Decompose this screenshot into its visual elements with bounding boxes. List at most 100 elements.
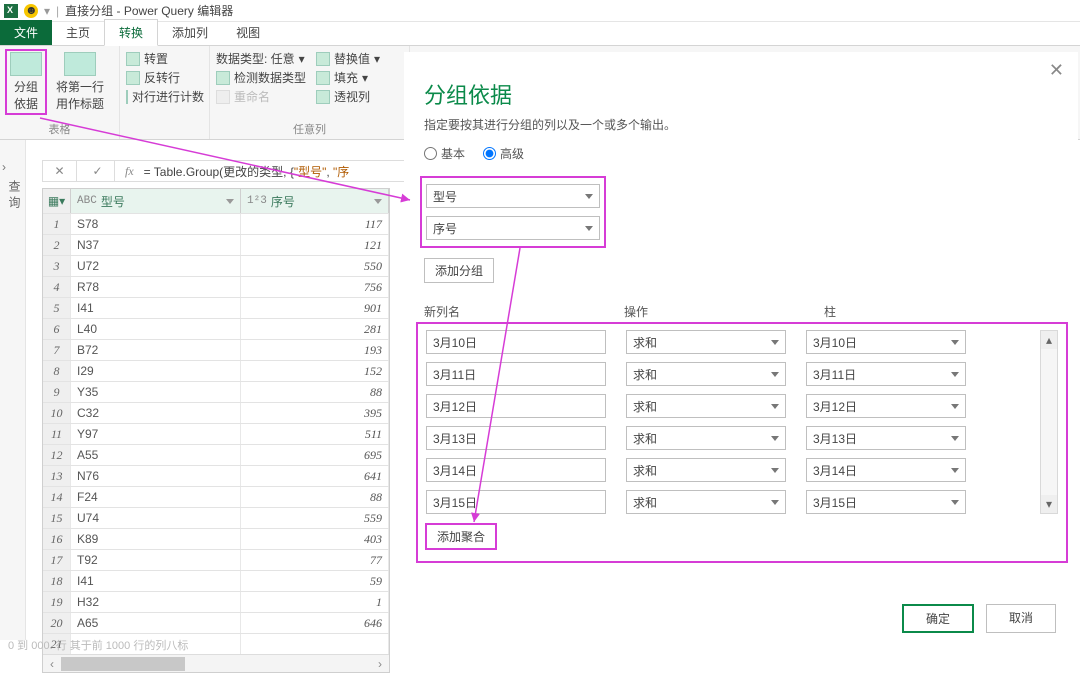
cell[interactable]: A55 [71,445,241,465]
table-row[interactable]: 15U74559 [43,507,389,528]
cell[interactable]: 756 [241,277,389,297]
data-type-button[interactable]: 数据类型: 任意 ▾ [216,50,306,67]
cell[interactable]: 395 [241,403,389,423]
formula-cancel[interactable]: ✕ [43,161,77,181]
cell[interactable]: H32 [71,592,241,612]
cell[interactable]: 193 [241,340,389,360]
table-row[interactable]: 8I29152 [43,360,389,381]
cell[interactable]: I29 [71,361,241,381]
cell[interactable]: 117 [241,214,389,234]
table-row[interactable]: 20A65646 [43,612,389,633]
new-column-name-input[interactable]: 3月12日 [426,394,606,418]
cell[interactable]: S78 [71,214,241,234]
scroll-up-icon[interactable]: ▴ [1041,331,1057,349]
new-column-name-input[interactable]: 3月10日 [426,330,606,354]
cell[interactable]: I41 [71,571,241,591]
group-by-button[interactable]: 分组 依据 [6,50,46,114]
column-dropdown[interactable]: 3月15日 [806,490,966,514]
cell[interactable]: Y97 [71,424,241,444]
cell[interactable]: 559 [241,508,389,528]
aggregations-scrollbar[interactable]: ▴ ▾ [1040,330,1058,514]
cell[interactable]: R78 [71,277,241,297]
cell[interactable]: 901 [241,298,389,318]
cell[interactable]: U72 [71,256,241,276]
cell[interactable]: U74 [71,508,241,528]
fill-button[interactable]: 填充 ▾ [316,69,380,86]
cell[interactable]: B72 [71,340,241,360]
cell[interactable]: 59 [241,571,389,591]
tab-transform[interactable]: 转换 [104,19,158,46]
table-row[interactable]: 11Y97511 [43,423,389,444]
use-first-row-as-headers-button[interactable]: 将第一行 用作标题 [52,50,108,114]
scroll-left-icon[interactable]: ‹ [43,655,61,672]
ok-button[interactable]: 确定 [902,604,974,633]
add-grouping-button[interactable]: 添加分组 [424,258,494,283]
replace-values-button[interactable]: 替换值 ▾ [316,50,380,67]
table-row[interactable]: 14F2488 [43,486,389,507]
pivot-column-button[interactable]: 透视列 [316,88,380,105]
cell[interactable]: C32 [71,403,241,423]
cell[interactable]: 88 [241,382,389,402]
grid-corner[interactable]: ▦▾ [43,189,71,213]
column-dropdown[interactable]: 3月12日 [806,394,966,418]
cell[interactable]: Y35 [71,382,241,402]
cell[interactable]: L40 [71,319,241,339]
cell[interactable]: 641 [241,466,389,486]
cell[interactable]: 550 [241,256,389,276]
table-row[interactable]: 5I41901 [43,297,389,318]
table-row[interactable]: 1S78117 [43,213,389,234]
cell[interactable]: 281 [241,319,389,339]
operation-dropdown[interactable]: 求和 [626,330,786,354]
operation-dropdown[interactable]: 求和 [626,394,786,418]
scroll-down-icon[interactable]: ▾ [1041,495,1057,513]
tab-view[interactable]: 视图 [222,20,274,45]
cell[interactable]: 511 [241,424,389,444]
cell[interactable]: A65 [71,613,241,633]
scroll-right-icon[interactable]: › [371,655,389,672]
operation-dropdown[interactable]: 求和 [626,362,786,386]
table-row[interactable]: 18I4159 [43,570,389,591]
table-row[interactable]: 16K89403 [43,528,389,549]
new-column-name-input[interactable]: 3月15日 [426,490,606,514]
new-column-name-input[interactable]: 3月14日 [426,458,606,482]
tab-file[interactable]: 文件 [0,20,52,45]
column-dropdown[interactable]: 3月10日 [806,330,966,354]
grid-horizontal-scrollbar[interactable]: ‹ › [43,654,389,672]
transpose-button[interactable]: 转置 [126,50,203,67]
tab-home[interactable]: 主页 [52,20,104,45]
column-header-1[interactable]: ABC型号 [71,189,241,213]
cell[interactable]: T92 [71,550,241,570]
cell[interactable]: 152 [241,361,389,381]
cell[interactable]: 121 [241,235,389,255]
column-header-2[interactable]: 1²3序号 [241,189,389,213]
table-row[interactable]: 4R78756 [43,276,389,297]
cell[interactable]: 1 [241,592,389,612]
group-column-1-dropdown[interactable]: 型号 [426,184,600,208]
operation-dropdown[interactable]: 求和 [626,426,786,450]
cell[interactable]: 403 [241,529,389,549]
operation-dropdown[interactable]: 求和 [626,458,786,482]
radio-basic[interactable]: 基本 [424,145,465,162]
column-dropdown[interactable]: 3月11日 [806,362,966,386]
table-row[interactable]: 13N76641 [43,465,389,486]
table-row[interactable]: 3U72550 [43,255,389,276]
cell[interactable]: F24 [71,487,241,507]
cell[interactable]: N76 [71,466,241,486]
new-column-name-input[interactable]: 3月11日 [426,362,606,386]
table-row[interactable]: 17T9277 [43,549,389,570]
column-dropdown[interactable]: 3月14日 [806,458,966,482]
table-row[interactable]: 6L40281 [43,318,389,339]
table-row[interactable]: 2N37121 [43,234,389,255]
close-button[interactable]: ✕ [1049,60,1064,81]
table-row[interactable]: 12A55695 [43,444,389,465]
new-column-name-input[interactable]: 3月13日 [426,426,606,450]
add-aggregation-button[interactable]: 添加聚合 [426,524,496,549]
cell[interactable]: 77 [241,550,389,570]
table-row[interactable]: 10C32395 [43,402,389,423]
operation-dropdown[interactable]: 求和 [626,490,786,514]
cell[interactable]: 646 [241,613,389,633]
cell[interactable]: N37 [71,235,241,255]
group-column-2-dropdown[interactable]: 序号 [426,216,600,240]
cell[interactable]: 88 [241,487,389,507]
queries-pane-toggle[interactable]: › 查询 [0,140,26,640]
